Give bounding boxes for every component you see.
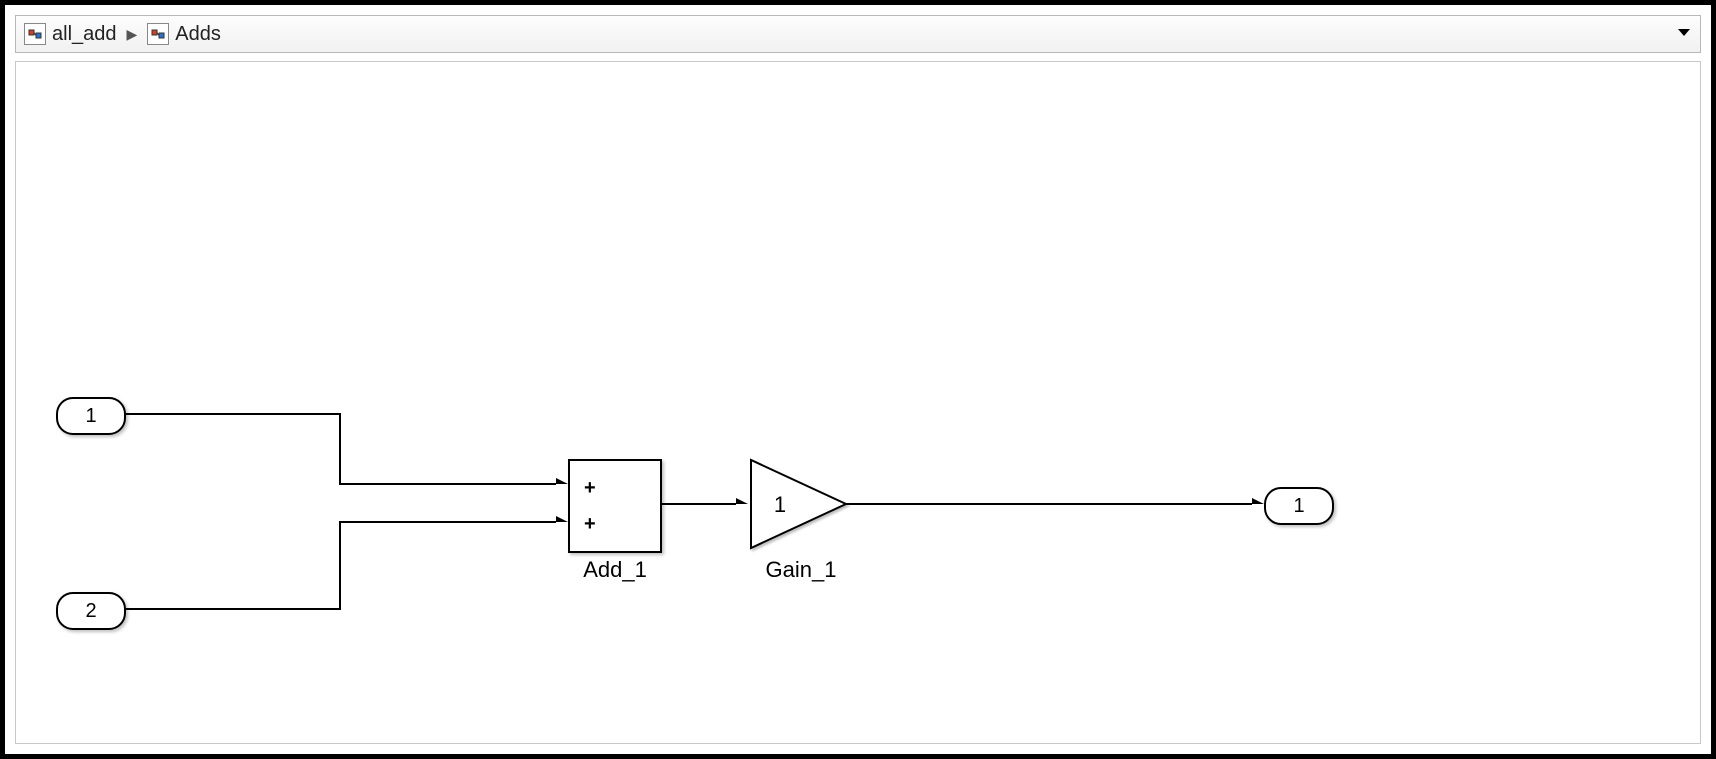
- diagram-canvas[interactable]: 1 2 + + Add_1 Gain_1 1: [15, 61, 1701, 744]
- subsystem-icon: [147, 23, 169, 45]
- signal-wires: 1: [16, 62, 1701, 744]
- breadcrumb-root[interactable]: all_add: [52, 23, 117, 46]
- model-icon: [24, 23, 46, 45]
- breadcrumb-dropdown-icon[interactable]: [1676, 23, 1692, 46]
- window-frame: all_add ▶ Adds 1 2 + + Add_1 Gain_1 1: [0, 0, 1716, 759]
- breadcrumb-current[interactable]: Adds: [175, 23, 221, 46]
- gain-value: 1: [774, 492, 786, 517]
- breadcrumb-separator-icon: ▶: [127, 26, 138, 43]
- gain-block[interactable]: [751, 460, 846, 548]
- breadcrumb-bar: all_add ▶ Adds: [15, 15, 1701, 53]
